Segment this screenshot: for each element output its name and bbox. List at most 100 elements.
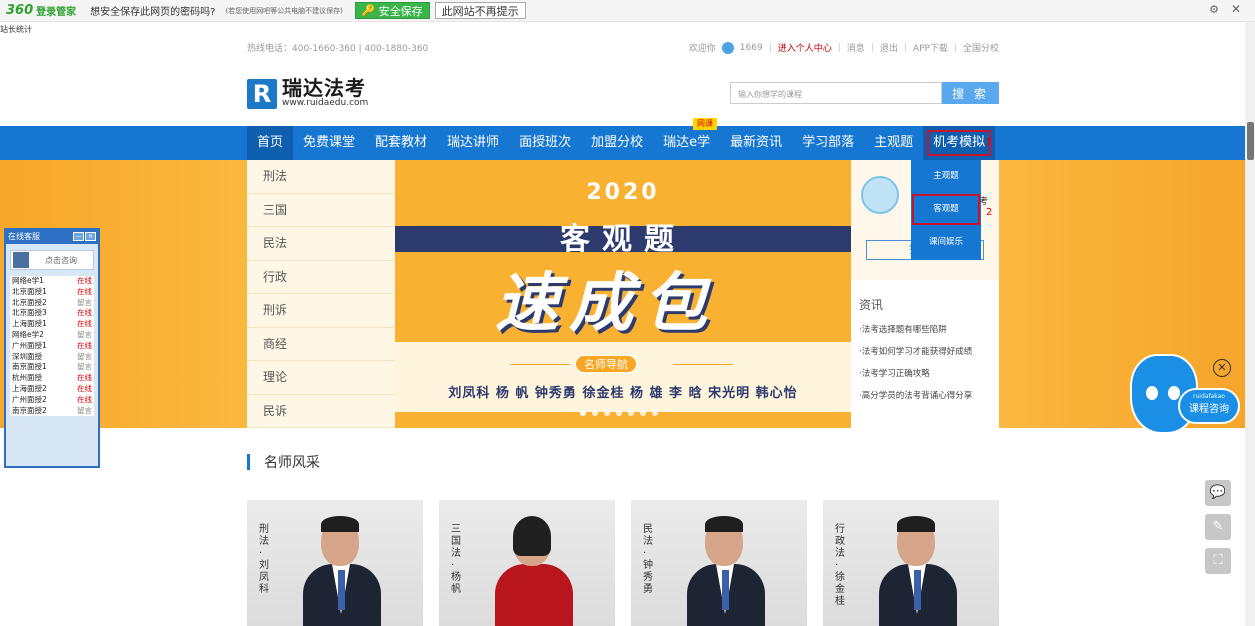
service-row[interactable]: 北京面授1 在线: [10, 287, 94, 298]
teacher-label: 行政法·徐金桂: [835, 524, 845, 607]
close-icon[interactable]: ✕: [1231, 2, 1241, 16]
news-item[interactable]: ·高分学员的法考背诵心得分享: [851, 385, 999, 407]
dropdown-objective[interactable]: 客观题: [911, 193, 981, 226]
messages-link[interactable]: 消息: [847, 41, 865, 54]
teacher-card[interactable]: 三国法·杨帆: [439, 500, 615, 626]
nav-tribe[interactable]: 学习部落: [792, 126, 864, 160]
service-status[interactable]: 在线: [77, 276, 92, 287]
nav-elearn[interactable]: 瑞达e学: [653, 126, 720, 160]
subject-international[interactable]: 三国: [247, 194, 395, 227]
service-row[interactable]: 南京面授2 留言: [10, 406, 94, 417]
subject-civil[interactable]: 民法: [247, 227, 395, 261]
service-row[interactable]: 深圳面授 留言: [10, 352, 94, 363]
service-status[interactable]: 在线: [77, 384, 92, 395]
carousel-dot[interactable]: [652, 410, 658, 416]
nav-news[interactable]: 最新资讯: [720, 126, 792, 160]
search-button[interactable]: 搜 索: [942, 82, 999, 104]
subject-menu: 刑法 三国 民法 行政 刑诉 商经 理论 民诉: [247, 160, 395, 428]
service-status[interactable]: 在线: [77, 319, 92, 330]
password-save-bar: 360 登录管家 想安全保存此网页的密码吗? (若您使用网吧等公共电脑不建议保存…: [0, 0, 1255, 22]
teacher-photo: [495, 564, 573, 626]
service-status[interactable]: 在线: [77, 373, 92, 384]
service-status[interactable]: 留言: [77, 298, 92, 309]
teacher-card[interactable]: 行政法·徐金桂: [823, 500, 999, 626]
nav-free-class[interactable]: 免费课堂: [293, 126, 365, 160]
news-item[interactable]: ·法考选择题有哪些陷阱: [851, 319, 999, 341]
service-status[interactable]: 留言: [77, 362, 92, 373]
service-row[interactable]: 杭州面授 在线: [10, 373, 94, 384]
service-status[interactable]: 留言: [77, 352, 92, 363]
carousel-dot[interactable]: [604, 410, 610, 416]
nav-subjective[interactable]: 主观题: [864, 126, 923, 160]
service-row[interactable]: 上海面授1 在线: [10, 319, 94, 330]
service-name: 北京面授1: [12, 286, 47, 296]
nav-teachers[interactable]: 瑞达讲师: [437, 126, 509, 160]
app-download-link[interactable]: APP下载: [913, 41, 948, 54]
site-logo[interactable]: R 瑞达法考 www.ruidaedu.com: [247, 78, 368, 109]
teacher-card[interactable]: 民法·钟秀勇: [631, 500, 807, 626]
annotation-marker-1: 1: [985, 137, 992, 148]
nav-home[interactable]: 首页: [247, 126, 294, 160]
never-prompt-button[interactable]: 此网站不再提示: [434, 2, 526, 19]
nav-classes[interactable]: 面授班次: [509, 126, 581, 160]
news-item[interactable]: ·法考如何学习才能获得好成绩: [851, 341, 999, 363]
consult-button[interactable]: 点击咨询: [10, 250, 94, 270]
carousel-dot[interactable]: [580, 410, 586, 416]
service-status[interactable]: 在线: [77, 287, 92, 298]
banner-year: 2020: [586, 180, 660, 205]
service-status[interactable]: 在线: [77, 395, 92, 406]
carousel-dot[interactable]: [640, 410, 646, 416]
service-row[interactable]: 网络e学1 在线: [10, 276, 94, 287]
nav-materials[interactable]: 配套教材: [365, 126, 437, 160]
minimize-icon[interactable]: —: [73, 232, 84, 241]
carousel-dot[interactable]: [628, 410, 634, 416]
service-name: 南京面授2: [12, 405, 47, 415]
dropdown-subjective[interactable]: 主观题: [911, 160, 981, 193]
carousel-dot[interactable]: [616, 410, 622, 416]
agent-avatar-icon: [13, 252, 29, 268]
secure-save-button[interactable]: 🔑 安全保存: [354, 2, 430, 19]
subject-theory[interactable]: 理论: [247, 361, 395, 395]
service-row[interactable]: 北京面授2 留言: [10, 298, 94, 309]
search-input[interactable]: 输入你想学的课程: [730, 82, 942, 104]
chat-bubble-icon[interactable]: 💬: [1205, 480, 1231, 506]
subject-criminal[interactable]: 刑法: [247, 160, 395, 194]
fullscreen-icon[interactable]: ⛶: [1205, 548, 1231, 574]
service-status[interactable]: 在线: [77, 308, 92, 319]
service-row[interactable]: 广州面授2 在线: [10, 395, 94, 406]
banner-slide[interactable]: 2020 客观题 速成包 名师导航 刘凤科 杨 帆 钟秀勇 徐金桂 杨 雄 李 …: [395, 160, 851, 428]
service-status[interactable]: 留言: [77, 330, 92, 341]
carousel-dot[interactable]: [592, 410, 598, 416]
settings-icon[interactable]: ⚙: [1209, 3, 1219, 16]
course-consult-label: 课程咨询: [1189, 404, 1229, 415]
personal-center-link[interactable]: 进入个人中心: [778, 41, 832, 54]
service-row[interactable]: 网络e学2 留言: [10, 330, 94, 341]
service-status[interactable]: 在线: [77, 341, 92, 352]
subject-administrative[interactable]: 行政: [247, 261, 395, 294]
dropdown-break[interactable]: 课间娱乐: [911, 226, 981, 259]
course-consult-button[interactable]: ruidafakao 课程咨询: [1178, 388, 1240, 424]
stat-link[interactable]: 站长统计: [0, 24, 32, 35]
scrollbar[interactable]: [1245, 22, 1255, 626]
teacher-card[interactable]: 刑法·刘凤科: [247, 500, 423, 626]
service-row[interactable]: 上海面授2 在线: [10, 384, 94, 395]
logo-url: www.ruidaedu.com: [282, 98, 369, 108]
logout-link[interactable]: 退出: [880, 41, 898, 54]
news-item[interactable]: ·法考学习正确攻略: [851, 363, 999, 385]
user-avatar-icon: [721, 41, 734, 54]
service-row[interactable]: 南京面授1 留言: [10, 362, 94, 373]
subject-criminal-procedure[interactable]: 刑诉: [247, 294, 395, 328]
mascot-eye: [1146, 386, 1158, 400]
edit-icon[interactable]: ✎: [1205, 514, 1231, 540]
service-status[interactable]: 留言: [77, 406, 92, 417]
nav-franchise[interactable]: 加盟分校: [581, 126, 653, 160]
service-row[interactable]: 广州面授1 在线: [10, 341, 94, 352]
subject-commercial[interactable]: 商经: [247, 328, 395, 361]
subject-civil-procedure[interactable]: 民诉: [247, 395, 395, 428]
banner-headline: 速成包: [495, 267, 717, 341]
service-row[interactable]: 北京面授3 在线: [10, 308, 94, 319]
scrollbar-thumb[interactable]: [1247, 122, 1254, 160]
close-mascot-icon[interactable]: ✕: [1213, 359, 1231, 377]
branches-link[interactable]: 全国分校: [963, 41, 999, 54]
close-icon[interactable]: ✕: [85, 232, 96, 241]
